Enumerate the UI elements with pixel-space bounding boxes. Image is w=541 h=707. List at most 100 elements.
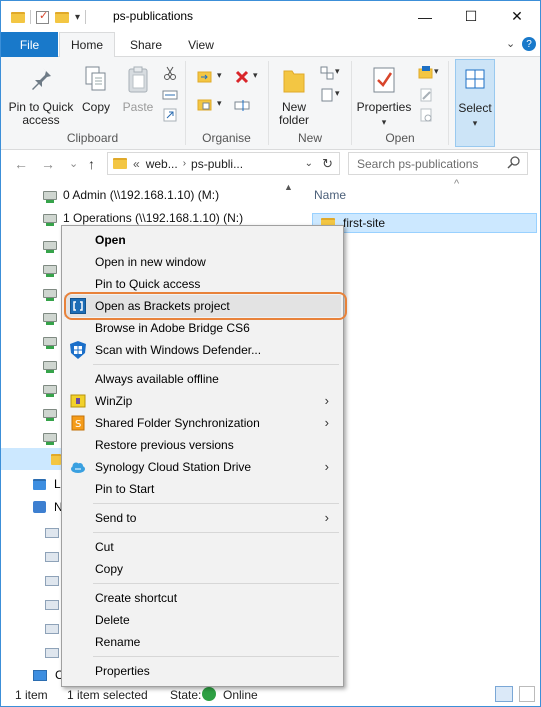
customize-qat-icon[interactable]: ▾ <box>75 12 80 23</box>
address-bar[interactable]: « web... › ps-publi... ⌄ ↻ <box>107 152 340 175</box>
properties-dropdown-icon[interactable]: ▾ <box>355 116 413 129</box>
copy-to-icon[interactable] <box>197 97 213 113</box>
nav-item-libraries[interactable]: L <box>33 477 61 491</box>
network-drive-icon[interactable] <box>43 361 57 373</box>
maximize-button[interactable]: ☐ <box>448 1 494 32</box>
menu-item-shared-folder-synchronization[interactable]: S Shared Folder Synchronization › <box>64 412 341 434</box>
computer-icon[interactable] <box>45 576 59 586</box>
menu-item-send-to[interactable]: Send to › <box>64 507 341 529</box>
select-dropdown-icon: ▾ <box>472 118 478 128</box>
nav-item-admin-drive[interactable]: 0 Admin (\\192.168.1.10) (M:) <box>43 184 219 206</box>
menu-item-cut[interactable]: Cut <box>64 536 341 558</box>
menu-item-winzip[interactable]: WinZip › <box>64 390 341 412</box>
network-drive-icon[interactable] <box>43 241 57 253</box>
menu-item-open-as-brackets-project[interactable]: Open as Brackets project <box>64 292 347 320</box>
history-icon[interactable] <box>418 107 434 123</box>
column-header-name[interactable]: Name <box>314 188 346 202</box>
pin-quick-access-button[interactable]: Pin to Quick access <box>7 65 75 127</box>
menu-item-copy[interactable]: Copy <box>64 558 341 580</box>
delete-icon[interactable] <box>234 69 250 85</box>
selected-nav-row[interactable] <box>1 448 61 470</box>
network-drive-icon[interactable] <box>43 289 57 301</box>
tab-view[interactable]: View <box>177 32 225 57</box>
new-item-dropdown-icon[interactable]: ▾ <box>335 66 340 77</box>
menu-item-open[interactable]: Open <box>64 229 341 251</box>
nav-item-control-panel[interactable]: C <box>33 668 64 682</box>
breadcrumb-separator-icon[interactable]: › <box>183 158 186 169</box>
sync-folder-icon: S <box>70 415 86 431</box>
menu-item-browse-in-adobe-bridge-cs6[interactable]: Browse in Adobe Bridge CS6 <box>64 317 341 339</box>
menu-item-delete[interactable]: Delete <box>64 609 341 631</box>
back-button[interactable]: ← <box>14 156 28 172</box>
network-drive-icon[interactable] <box>43 409 57 421</box>
pin-label: Pin to Quick access <box>8 100 74 127</box>
expand-ribbon-icon[interactable]: ⌄ <box>506 37 515 50</box>
menu-item-create-shortcut[interactable]: Create shortcut <box>64 587 341 609</box>
move-to-dropdown-icon[interactable]: ▾ <box>217 70 222 81</box>
menu-item-always-available-offline[interactable]: Always available offline <box>64 368 341 390</box>
tab-home[interactable]: Home <box>59 32 115 58</box>
edit-icon[interactable] <box>418 87 434 103</box>
properties-button[interactable]: Properties ▾ <box>355 65 413 129</box>
new-item-icon[interactable] <box>319 65 335 81</box>
menu-item-synology-cloud-station-drive[interactable]: Synology Cloud Station Drive › <box>64 456 341 478</box>
easy-access-icon[interactable] <box>319 87 335 103</box>
open-icon[interactable] <box>418 65 434 81</box>
rename-icon[interactable] <box>234 97 250 113</box>
help-icon[interactable]: ? <box>522 37 536 51</box>
tab-share[interactable]: Share <box>119 32 173 57</box>
overflow-chevron[interactable]: « <box>133 157 140 171</box>
computer-icon[interactable] <box>45 528 59 538</box>
menu-item-open-in-new-window[interactable]: Open in new window <box>64 251 341 273</box>
search-box[interactable]: Search ps-publications <box>348 152 528 175</box>
paste-button[interactable]: Paste <box>119 65 157 114</box>
computer-icon[interactable] <box>45 600 59 610</box>
cut-icon[interactable] <box>162 65 178 81</box>
scroll-up-icon[interactable]: ▲ <box>284 182 293 192</box>
select-button[interactable]: Select ▾ <box>455 59 495 147</box>
menu-item-rename[interactable]: Rename <box>64 631 341 653</box>
properties-qat-icon[interactable]: ✓ <box>36 10 49 24</box>
network-drive-icon[interactable] <box>43 433 57 445</box>
forward-button[interactable]: → <box>41 156 55 172</box>
paste-shortcut-icon[interactable] <box>162 107 178 123</box>
network-drive-icon[interactable] <box>43 313 57 325</box>
computer-icon[interactable] <box>45 624 59 634</box>
address-dropdown-icon[interactable]: ⌄ <box>305 158 313 169</box>
nav-item-network[interactable]: N <box>33 500 63 514</box>
menu-item-pin-to-start[interactable]: Pin to Start <box>64 478 341 500</box>
breadcrumb-web[interactable]: web... <box>146 157 178 171</box>
network-drive-icon[interactable] <box>43 385 57 397</box>
delete-dropdown-icon[interactable]: ▾ <box>253 70 258 81</box>
computer-icon[interactable] <box>45 648 59 658</box>
move-to-icon[interactable] <box>197 69 213 85</box>
details-view-icon[interactable] <box>495 686 513 702</box>
computer-icon[interactable] <box>45 552 59 562</box>
submenu-arrow-icon: › <box>324 510 329 525</box>
refresh-button[interactable]: ↻ <box>322 156 333 172</box>
copy-path-icon[interactable] <box>162 87 178 103</box>
menu-item-scan-with-windows-defender[interactable]: Scan with Windows Defender... <box>64 339 341 361</box>
large-icons-view-icon[interactable] <box>519 686 535 702</box>
minimize-button[interactable]: — <box>402 1 448 32</box>
ribbon: Pin to Quick access Copy Paste Clipboard <box>1 57 540 150</box>
recent-locations-button[interactable]: ⌄ <box>69 157 78 170</box>
tab-file[interactable]: File <box>1 32 58 57</box>
menu-item-restore-previous-versions[interactable]: Restore previous versions <box>64 434 341 456</box>
copy-to-dropdown-icon[interactable]: ▾ <box>217 98 222 109</box>
up-button[interactable]: ↑ <box>88 156 95 172</box>
easy-access-dropdown-icon[interactable]: ▾ <box>335 88 340 99</box>
copy-button[interactable]: Copy <box>77 65 115 114</box>
menu-item-properties[interactable]: Properties <box>64 660 341 682</box>
network-drive-icon[interactable] <box>43 337 57 349</box>
menu-item-pin-to-quick-access[interactable]: Pin to Quick access <box>64 273 341 295</box>
file-row-first-site[interactable]: first-site <box>312 213 537 233</box>
close-button[interactable]: ✕ <box>494 1 540 32</box>
open-dropdown-icon[interactable]: ▾ <box>434 66 439 77</box>
network-drive-icon[interactable] <box>43 265 57 277</box>
new-folder-button[interactable]: New folder <box>272 65 316 127</box>
breadcrumb-ps-publications[interactable]: ps-publi... <box>191 157 243 171</box>
new-folder-qat-icon[interactable] <box>55 11 69 23</box>
menu-item-label: Browse in Adobe Bridge CS6 <box>95 321 250 335</box>
submenu-arrow-icon: › <box>324 459 329 474</box>
